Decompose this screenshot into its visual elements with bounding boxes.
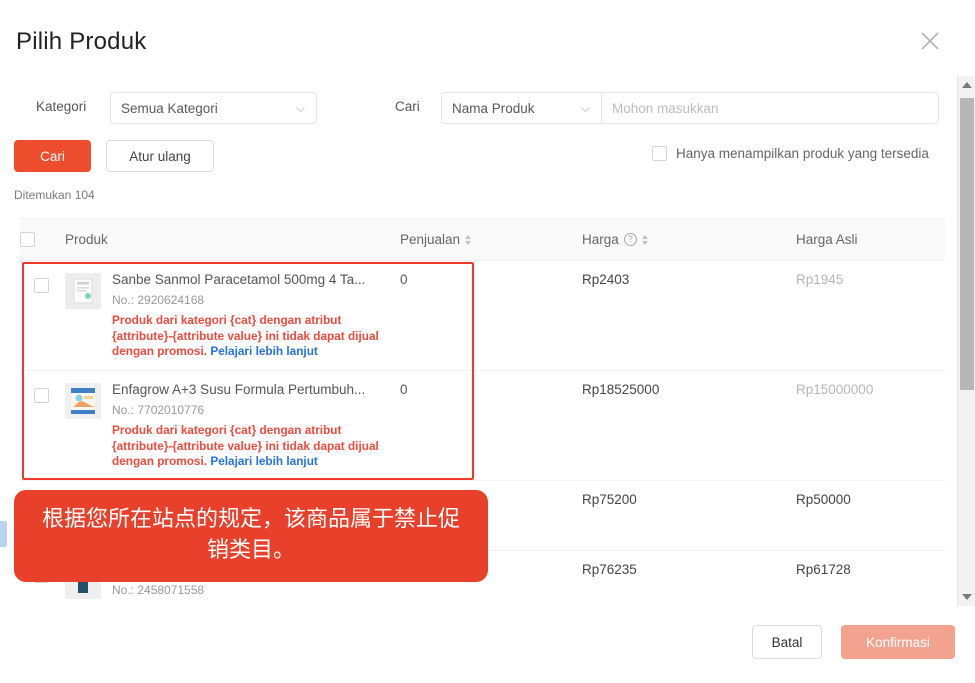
product-warning: Produk dari kategori {cat} dengan atribu… xyxy=(112,313,380,360)
available-only-label: Hanya menampilkan produk yang tersedia xyxy=(676,146,929,161)
product-sales: 0 xyxy=(400,272,408,287)
annotation-tooltip: 根据您所在站点的规定，该商品属于禁止促销类目。 xyxy=(14,490,488,582)
learn-more-link[interactable]: Pelajari lebih lanjut xyxy=(210,344,318,358)
product-image xyxy=(65,273,101,309)
product-sales: 0 xyxy=(400,382,408,397)
product-price: Rp76235 xyxy=(582,562,637,577)
column-header-penjualan[interactable]: Penjualan xyxy=(400,232,472,247)
available-only-checkbox[interactable]: Hanya menampilkan produk yang tersedia xyxy=(652,146,929,161)
row-checkbox[interactable] xyxy=(34,388,49,403)
search-input[interactable] xyxy=(601,92,939,124)
close-icon[interactable] xyxy=(917,28,943,54)
table-row[interactable]: Sanbe Sanmol Paracetamol 500mg 4 Ta... N… xyxy=(20,261,945,371)
column-header-harga-asli: Harga Asli xyxy=(796,232,858,247)
scroll-down-arrow-icon[interactable] xyxy=(958,588,975,606)
sort-icon[interactable] xyxy=(465,234,472,245)
product-original-price: Rp61728 xyxy=(796,562,851,577)
product-name: Enfagrow A+3 Susu Formula Pertumbuh... xyxy=(112,382,366,397)
table-row[interactable]: Enfagrow A+3 Susu Formula Pertumbuh... N… xyxy=(20,371,945,481)
left-edge-stub xyxy=(0,521,7,547)
dialog-footer: Batal Konfirmasi xyxy=(0,609,975,683)
product-warning: Produk dari kategori {cat} dengan atribu… xyxy=(112,423,380,470)
learn-more-link[interactable]: Pelajari lebih lanjut xyxy=(210,454,318,468)
column-header-produk: Produk xyxy=(65,232,108,247)
cancel-button[interactable]: Batal xyxy=(752,625,822,659)
help-icon[interactable]: ? xyxy=(623,233,637,246)
sort-icon[interactable] xyxy=(641,234,648,245)
product-sku: No.: 7702010776 xyxy=(112,403,205,417)
table-header-row: Produk Penjualan Harga ? Harga Asli xyxy=(20,219,945,261)
scroll-up-arrow-icon[interactable] xyxy=(958,76,975,94)
search-button[interactable]: Cari xyxy=(14,140,91,172)
dialog-header: Pilih Produk xyxy=(0,0,975,78)
product-image xyxy=(65,383,101,419)
checkbox-box[interactable] xyxy=(652,146,667,161)
page-title: Pilih Produk xyxy=(16,28,147,55)
product-name: Sanbe Sanmol Paracetamol 500mg 4 Ta... xyxy=(112,272,366,287)
product-original-price: Rp1945 xyxy=(796,272,844,287)
product-price: Rp2403 xyxy=(582,272,630,287)
chevron-down-icon xyxy=(580,103,591,114)
select-all-checkbox[interactable] xyxy=(20,232,35,247)
cari-label: Cari xyxy=(395,99,420,114)
product-original-price: Rp50000 xyxy=(796,492,851,507)
row-checkbox[interactable] xyxy=(34,278,49,293)
confirm-button[interactable]: Konfirmasi xyxy=(841,625,955,659)
product-sku: No.: 2458071558 xyxy=(112,583,205,597)
reset-button[interactable]: Atur ulang xyxy=(106,140,214,172)
kategori-label: Kategori xyxy=(36,99,87,114)
product-price: Rp18525000 xyxy=(582,382,660,397)
product-sku: No.: 2920624168 xyxy=(112,293,205,307)
vertical-scrollbar[interactable] xyxy=(957,76,975,606)
product-original-price: Rp15000000 xyxy=(796,382,874,397)
found-count: Ditemukan 104 xyxy=(14,188,95,202)
chevron-down-icon xyxy=(295,103,306,114)
product-price: Rp75200 xyxy=(582,492,637,507)
column-header-harga[interactable]: Harga ? xyxy=(582,232,648,247)
select-product-dialog: Pilih Produk Kategori Semua Kategori Car… xyxy=(0,0,975,683)
scrollbar-thumb[interactable] xyxy=(960,98,974,390)
kategori-select-value: Semua Kategori xyxy=(121,100,218,116)
search-field-select-value: Nama Produk xyxy=(452,100,535,116)
search-field-select[interactable]: Nama Produk xyxy=(441,92,601,124)
kategori-select[interactable]: Semua Kategori xyxy=(110,92,317,124)
